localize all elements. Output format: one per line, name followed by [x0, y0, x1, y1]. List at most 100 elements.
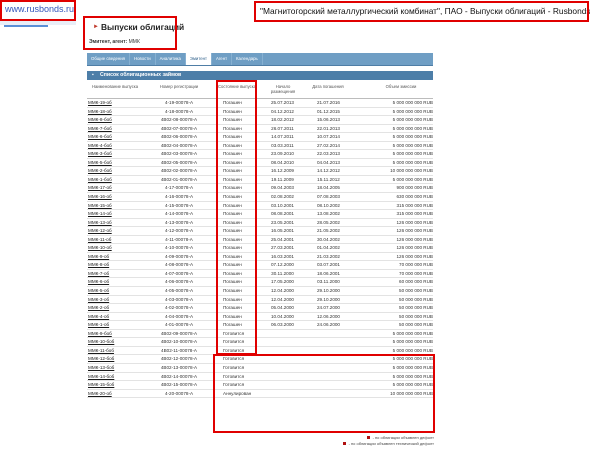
status: Погашен [223, 236, 242, 242]
status: Готовится [223, 382, 245, 388]
tab-3[interactable]: Эмитент [185, 53, 212, 65]
bond-name-link[interactable]: ММК-6-боб [88, 133, 112, 141]
bond-name-link[interactable]: ММК-7-боб [88, 125, 112, 133]
bond-name-link[interactable]: ММК-9-об [88, 253, 109, 261]
maturity-date: 10.07.2014 [317, 134, 340, 140]
maturity-date: 22.03.2013 [317, 151, 340, 157]
bond-name-link[interactable]: ММК-5-боб [88, 159, 112, 167]
bond-name-link[interactable]: ММК-9-боб [88, 330, 112, 338]
site-url[interactable]: www.rusbonds.ru [5, 4, 74, 14]
col-header-name[interactable]: Наименование выпуска [87, 84, 143, 89]
issuer-line: Эмитент, агент: ММК [89, 39, 140, 45]
table-row: ММК-1-боб 4B02-01-00078-A Погашен 19.11.200… [87, 176, 433, 185]
col-header-maturity[interactable]: Дата погашения [309, 84, 347, 89]
reg-number: 4-20-00078-A [164, 390, 194, 396]
volume: 5 000 000 000 RUB [392, 100, 433, 105]
tab-4[interactable]: Агент [212, 53, 233, 65]
placement-date: 10.04.2000 [271, 313, 294, 319]
volume: 5 000 000 000 RUB [392, 330, 433, 336]
maturity-date: 15.06.2013 [317, 117, 340, 123]
col-header-volume[interactable]: Объем эмиссии [373, 84, 429, 89]
maturity-date: 18.04.2005 [317, 185, 340, 191]
bond-name-link[interactable]: ММК-10-об [88, 244, 112, 252]
bond-name-link[interactable]: ММК-6-об [88, 278, 109, 286]
tab-bar-underline [87, 65, 433, 66]
maturity-date: 03.07.2001 [317, 262, 340, 268]
bond-name-link[interactable]: ММК-5-об [88, 287, 109, 295]
col-header-start[interactable]: Начало размещения [264, 84, 302, 94]
volume: 5 000 000 000 RUB [392, 382, 433, 388]
bond-name-link[interactable]: ММК-13-боб [88, 364, 114, 372]
bond-name-link[interactable]: ММК-10-боб [88, 338, 114, 346]
bond-name-link[interactable]: ММК-14-об [88, 210, 112, 218]
col-header-reg[interactable]: Номер регистрации [151, 84, 207, 89]
site-accent-bar [4, 25, 48, 27]
reg-number: 4-11-00078-A [165, 236, 193, 242]
bond-name-link[interactable]: ММК-1-об [88, 321, 109, 329]
status: Готовится [223, 356, 245, 362]
placement-date: 09.04.2003 [271, 185, 294, 191]
volume: 126 000 000 RUB [396, 236, 433, 242]
volume: 5 000 000 000 RUB [392, 159, 433, 165]
bond-name-link[interactable]: ММК-19-об [88, 99, 112, 107]
placement-date: 27.03.2001 [271, 245, 294, 251]
tab-0[interactable]: Общие сведения [87, 53, 130, 65]
bond-name-link[interactable]: ММК-12-об [88, 227, 112, 235]
maturity-date: 27.02.2014 [317, 142, 340, 148]
table-row: ММК-11-об 4-11-00078-A Погашен 25.04.2001 30… [87, 236, 433, 245]
table-row: ММК-18-об 4-18-00078-A Погашен 04.12.2012 01… [87, 108, 433, 117]
bond-name-link[interactable]: ММК-4-боб [88, 142, 112, 150]
bond-name-link[interactable]: ММК-4-об [88, 313, 109, 321]
placement-date: 04.12.2012 [271, 108, 294, 114]
placement-date: 19.11.2009 [271, 176, 294, 182]
status: Готовится [223, 330, 245, 336]
bond-name-link[interactable]: ММК-11-боб [88, 347, 114, 355]
bond-name-link[interactable]: ММК-2-боб [88, 167, 112, 175]
volume: 5 000 000 000 RUB [392, 151, 433, 157]
reg-number: 4B02-14-00078-A [160, 373, 198, 379]
placement-date: 16.12.2009 [271, 168, 294, 174]
bond-name-link[interactable]: ММК-11-об [88, 236, 111, 244]
bond-name-link[interactable]: ММК-3-боб [88, 150, 112, 158]
status: Погашен [223, 253, 242, 259]
bond-name-link[interactable]: ММК-8-об [88, 261, 109, 269]
maturity-date: 24.06.2000 [317, 322, 340, 328]
bond-name-link[interactable]: ММК-15-боб [88, 381, 114, 389]
table-row: ММК-7-боб 4B02-07-00078-A Погашен 26.07.201… [87, 125, 433, 134]
status: Погашен [223, 185, 242, 191]
bond-name-link[interactable]: ММК-7-об [88, 270, 109, 278]
table-row: ММК-15-боб 4B02-15-00078-A Готовится 5 000 … [87, 381, 433, 390]
status: Погашен [223, 168, 242, 174]
table-row: ММК-17-об 4-17-00078-A Погашен 09.04.2003 18… [87, 184, 433, 194]
bond-name-link[interactable]: ММК-20-об [88, 390, 112, 398]
placement-date: 25.04.2001 [271, 236, 294, 242]
table-row: ММК-1-об 4-01-00078-A Погашен 06.03.2000 24.… [87, 321, 433, 330]
table-row: ММК-13-об 4-13-00078-A Погашен 23.05.2001 28… [87, 219, 433, 228]
tab-1[interactable]: Новости [130, 53, 156, 65]
tab-2[interactable]: Аналитика [156, 53, 186, 65]
bond-name-link[interactable]: ММК-13-об [88, 219, 112, 227]
bond-name-link[interactable]: ММК-3-об [88, 296, 109, 304]
volume: 126 000 000 RUB [396, 245, 433, 251]
table-row: ММК-3-боб 4B02-03-00078-A Погашен 23.09.201… [87, 150, 433, 159]
table-row: ММК-8-об 4-08-00078-A Погашен 07.12.2000 03.… [87, 261, 433, 270]
table-row: ММК-8-боб 4B02-08-00078-A Погашен 18.02.201… [87, 116, 433, 125]
maturity-date: 29.10.2000 [317, 288, 340, 294]
volume: 5 000 000 000 RUB [392, 356, 433, 362]
table-row: ММК-6-об 4-06-00078-A Погашен 17.05.2000 03.… [87, 278, 433, 288]
table-header: Наименование выпуска Номер регистрации С… [87, 82, 433, 99]
tab-5[interactable]: Календарь [232, 53, 263, 65]
bond-name-link[interactable]: ММК-2-об [88, 304, 109, 312]
bond-name-link[interactable]: ММК-14-боб [88, 373, 114, 381]
col-header-status[interactable]: Состояние выпуска [218, 84, 256, 89]
bond-name-link[interactable]: ММК-18-об [88, 108, 112, 116]
bond-name-link[interactable]: ММК-8-боб [88, 116, 112, 124]
placement-date: 08.08.2001 [271, 211, 294, 217]
legend-tech-default-text: - по облигации объявлен технический дефо… [348, 441, 434, 446]
bond-name-link[interactable]: ММК-17-об [88, 184, 112, 192]
bond-name-link[interactable]: ММК-12-боб [88, 355, 114, 363]
bond-name-link[interactable]: ММК-1-боб [88, 176, 112, 184]
bond-name-link[interactable]: ММК-16-об [88, 193, 112, 201]
bond-name-link[interactable]: ММК-15-об [88, 202, 112, 210]
volume: 5 000 000 000 RUB [392, 125, 433, 131]
